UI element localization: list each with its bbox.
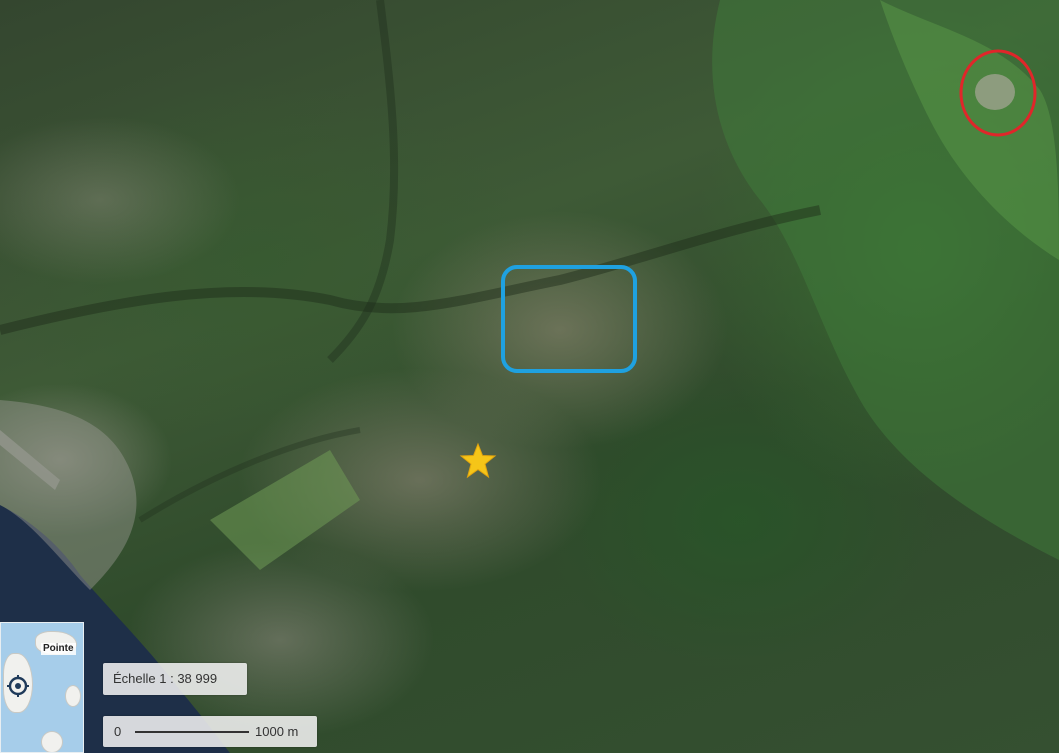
- volcano-summit-highlight: [959, 49, 1037, 137]
- location-star: [459, 442, 497, 479]
- satellite-map[interactable]: [0, 0, 1059, 753]
- terrain-overlay: [0, 0, 1059, 753]
- minimap-island-marie-galante: [65, 685, 81, 707]
- scale-bar-end: 1000 m: [255, 724, 299, 739]
- overview-minimap[interactable]: Pointe: [0, 622, 84, 753]
- town-area-highlight: [501, 265, 637, 373]
- minimap-island-south: [41, 731, 63, 752]
- location-target-icon: [7, 675, 29, 697]
- minimap-label: Pointe: [41, 643, 76, 655]
- scale-bar-box: 0 1000 m: [103, 716, 317, 747]
- scale-ratio-text: Échelle 1 : 38 999: [113, 671, 218, 686]
- scale-ratio-box: Échelle 1 : 38 999: [103, 663, 247, 695]
- scale-bar-line: [135, 731, 249, 733]
- scale-bar-start: 0: [114, 724, 122, 739]
